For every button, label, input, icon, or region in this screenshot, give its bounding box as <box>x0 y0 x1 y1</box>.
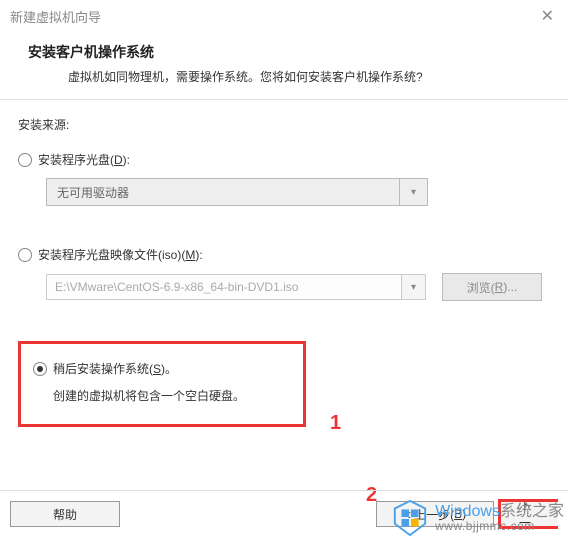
later-helper-text: 创建的虚拟机将包含一个空白硬盘。 <box>33 387 285 406</box>
iso-path-value: E:\VMware\CentOS-6.9-x86_64-bin-DVD1.iso <box>46 274 402 300</box>
chevron-down-icon[interactable]: ▾ <box>402 274 426 300</box>
back-button[interactable]: < 上一步(B) <box>376 501 494 527</box>
close-icon[interactable]: ✕ <box>537 6 558 26</box>
radio-installer-iso[interactable]: 安装程序光盘映像文件(iso)(M): <box>18 246 550 263</box>
radio-label-iso: 安装程序光盘映像文件(iso)(M): <box>38 246 203 263</box>
drive-combobox-value: 无可用驱动器 <box>46 178 400 206</box>
chevron-down-icon[interactable]: ▾ <box>400 178 428 206</box>
titlebar: 新建虚拟机向导 ✕ <box>0 0 568 30</box>
install-source-label: 安装来源: <box>18 116 550 133</box>
window-title: 新建虚拟机向导 <box>10 7 101 26</box>
radio-installer-disc[interactable]: 安装程序光盘(D): <box>18 151 550 168</box>
highlight-box-1: 稍后安装操作系统(S)。 创建的虚拟机将包含一个空白硬盘。 <box>18 341 306 427</box>
radio-icon-checked <box>33 362 47 376</box>
header-subtitle: 虚拟机如同物理机，需要操作系统。您将如何安装客户机操作系统? <box>28 68 540 85</box>
wizard-header: 安装客户机操作系统 虚拟机如同物理机，需要操作系统。您将如何安装客户机操作系统? <box>0 30 568 99</box>
iso-path-combobox[interactable]: E:\VMware\CentOS-6.9-x86_64-bin-DVD1.iso… <box>46 274 426 300</box>
radio-label-disc: 安装程序光盘(D): <box>38 151 130 168</box>
radio-icon <box>18 248 32 262</box>
annotation-1: 1 <box>330 412 341 435</box>
button-bar: 帮助 < 上一步(B) 下一 <box>0 490 568 533</box>
browse-button[interactable]: 浏览(R)... <box>442 273 542 301</box>
help-button[interactable]: 帮助 <box>10 501 120 527</box>
radio-label-later: 稍后安装操作系统(S)。 <box>53 360 177 377</box>
next-button[interactable]: 下一 <box>498 499 558 529</box>
radio-install-later[interactable]: 稍后安装操作系统(S)。 <box>33 360 285 377</box>
drive-combobox[interactable]: 无可用驱动器 ▾ <box>46 178 428 206</box>
header-title: 安装客户机操作系统 <box>28 42 540 62</box>
radio-icon <box>18 153 32 167</box>
